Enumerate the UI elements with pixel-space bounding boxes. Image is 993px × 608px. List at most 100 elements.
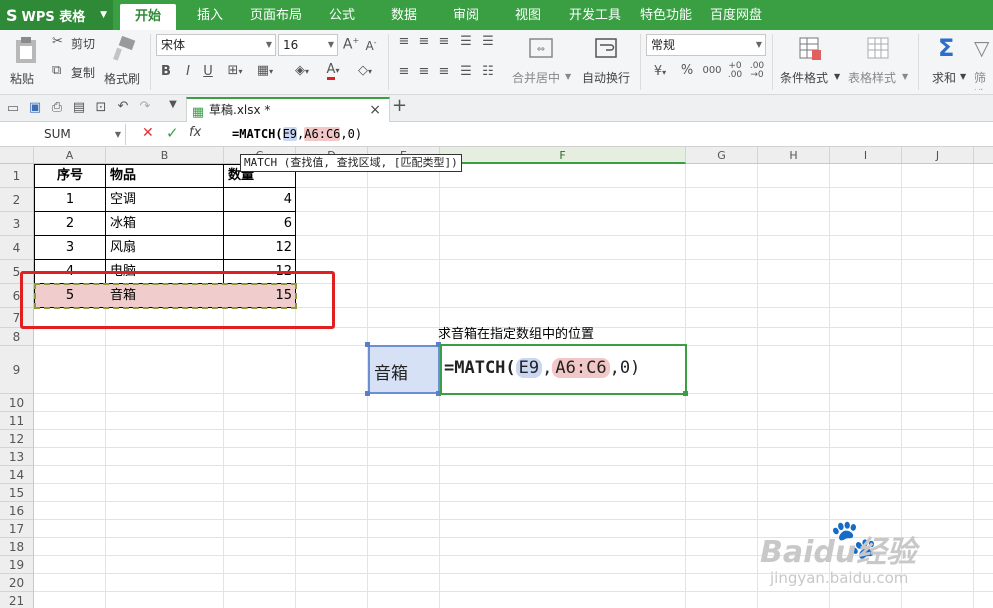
tab-baidu-netdisk[interactable]: 百度网盘 [704,0,768,30]
document-tab[interactable]: ▦ 草稿.xlsx * × [186,97,390,122]
row-header-13[interactable]: 13 [0,448,34,466]
wrap-text-button[interactable]: 自动换行 [578,34,634,90]
formula-input[interactable]: =MATCH(E9,A6:C6,0) [232,124,362,145]
save-icon[interactable]: ▣ [28,100,42,115]
row-header-9[interactable]: 9 [0,346,34,394]
cell-e9[interactable]: 音箱 [368,345,440,394]
borders-icon[interactable]: ⊞▾ [222,63,248,78]
merge-borders-icon[interactable]: ▦▾ [252,63,278,78]
tab-special[interactable]: 特色功能 [634,0,698,30]
number-format-select[interactable]: 常规 ▼ [646,34,766,56]
confirm-formula-icon[interactable]: ✓ [166,124,179,142]
row-header-2[interactable]: 2 [0,188,34,212]
align-right-icon[interactable]: ≡ [436,64,452,79]
table-header-cell[interactable]: 序号 [34,164,106,188]
row-header-21[interactable]: 21 [0,592,34,608]
row-header-14[interactable]: 14 [0,466,34,484]
table-cell[interactable]: 2 [34,212,106,236]
cell-f9-active[interactable]: =MATCH(E9, A6:C6,0) [440,344,687,395]
new-tab-button[interactable]: + [392,95,407,116]
annotation-text[interactable]: 求音箱在指定数组中的位置 [434,324,598,346]
column-header-h[interactable]: H [758,147,830,164]
align-bottom-icon[interactable]: ≡ [436,34,452,49]
distributed-icon[interactable]: ☷ [480,64,496,79]
italic-button[interactable]: I [180,64,196,79]
row-header-17[interactable]: 17 [0,520,34,538]
filter-button[interactable]: ▽ 筛选 [972,34,993,90]
tab-view[interactable]: 视图 [504,0,552,30]
clear-format-icon[interactable]: ◇▾ [352,63,378,78]
column-header-b[interactable]: B [106,147,224,164]
underline-button[interactable]: U [200,64,216,79]
column-header-i[interactable]: I [830,147,902,164]
insert-function-icon[interactable]: fx [189,125,201,140]
format-painter-button[interactable]: 格式刷 [104,34,144,90]
tab-data[interactable]: 数据 [380,0,428,30]
print-preview-icon[interactable]: ⎙ [50,100,64,115]
sum-button[interactable]: Σ 求和 ▼ [924,34,968,90]
cancel-formula-icon[interactable]: ✕ [142,125,154,141]
table-header-cell[interactable]: 物品 [106,164,224,188]
export-pdf-icon[interactable]: ⊡ [94,100,108,115]
paste-button[interactable]: 粘贴 [6,34,46,90]
row-header-3[interactable]: 3 [0,212,34,236]
row-header-16[interactable]: 16 [0,502,34,520]
app-menu-button[interactable]: S WPS 表格 ▼ [0,0,113,30]
table-cell[interactable]: 3 [34,236,106,260]
chevron-down-icon[interactable]: ▼ [166,99,180,110]
align-left-icon[interactable]: ≡ [396,64,412,79]
indent-increase-icon[interactable]: ☰ [480,34,496,49]
tab-developer[interactable]: 开发工具 [563,0,627,30]
indent-decrease-icon[interactable]: ☰ [458,34,474,49]
table-style-button[interactable]: 表格样式 ▼ [846,34,912,90]
table-cell[interactable]: 12 [224,236,296,260]
table-cell[interactable]: 风扇 [106,236,224,260]
column-header-f[interactable]: F [440,147,686,164]
conditional-format-button[interactable]: 条件格式 ▼ [778,34,844,90]
name-box[interactable]: SUM ▼ [0,124,126,145]
row-header-10[interactable]: 10 [0,394,34,412]
table-cell[interactable]: 冰箱 [106,212,224,236]
copy-button[interactable]: ⧉ 复制 [52,63,100,83]
increase-font-icon[interactable]: A+ [342,36,360,53]
bold-button[interactable]: B [158,64,174,79]
column-header-j[interactable]: J [902,147,974,164]
row-header-15[interactable]: 15 [0,484,34,502]
font-name-select[interactable]: 宋体 ▼ [156,34,276,56]
cell-handle[interactable] [365,342,370,347]
fill-color-icon[interactable]: ◈▾ [288,63,316,78]
tab-review[interactable]: 审阅 [442,0,490,30]
redo-icon[interactable]: ↷ [138,99,152,114]
table-cell[interactable]: 6 [224,212,296,236]
table-cell[interactable]: 4 [224,188,296,212]
column-header-g[interactable]: G [686,147,758,164]
cell-handle[interactable] [365,391,370,396]
decrease-font-icon[interactable]: A- [363,38,379,53]
row-header-4[interactable]: 4 [0,236,34,260]
row-header-12[interactable]: 12 [0,430,34,448]
row-header-11[interactable]: 11 [0,412,34,430]
spreadsheet-grid[interactable]: A B C D E F G H I J 1 2 3 4 5 6 7 8 9 10… [0,147,993,608]
print-icon[interactable]: ▤ [72,100,86,115]
row-header-18[interactable]: 18 [0,538,34,556]
table-cell[interactable]: 1 [34,188,106,212]
fill-handle[interactable] [683,391,688,396]
column-header-k[interactable] [974,147,993,164]
cut-button[interactable]: ✂ 剪切 [52,34,100,54]
currency-icon[interactable]: ¥▾ [648,64,672,79]
tab-insert[interactable]: 插入 [186,0,234,30]
font-color-button[interactable]: A▾ [320,62,346,80]
merge-center-button[interactable]: ⇔ 合并居中 ▼ [508,34,574,90]
row-header-20[interactable]: 20 [0,574,34,592]
thousands-button[interactable]: 000 [700,65,724,76]
row-header-19[interactable]: 19 [0,556,34,574]
close-tab-icon[interactable]: × [369,99,381,121]
align-middle-icon[interactable]: ≡ [416,34,432,49]
table-cell[interactable]: 空调 [106,188,224,212]
row-header-1[interactable]: 1 [0,164,34,188]
font-size-select[interactable]: 16 ▼ [278,34,338,56]
select-all-corner[interactable] [0,147,34,164]
percent-button[interactable]: % [678,63,696,78]
align-center-icon[interactable]: ≡ [416,64,432,79]
tab-page-layout[interactable]: 页面布局 [244,0,308,30]
